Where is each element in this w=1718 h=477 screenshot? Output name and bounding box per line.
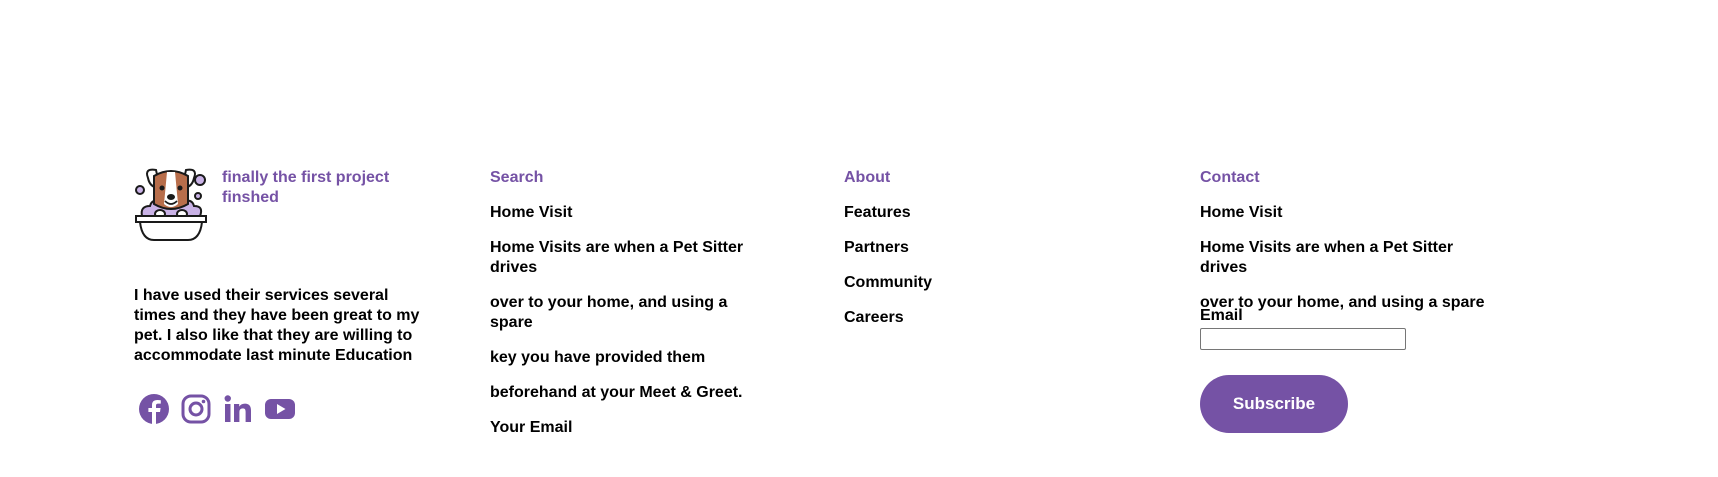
testimonial-text: I have used their services several times… (134, 287, 420, 364)
list-item[interactable]: over to your home, and using a spare (490, 293, 770, 333)
email-field[interactable] (1200, 328, 1406, 350)
search-link[interactable]: Home Visits are when a Pet Sitter drives (490, 239, 743, 276)
social-links (134, 393, 424, 425)
about-links: Features Partners Community Careers (844, 203, 1104, 328)
list-item[interactable]: over to your home, and using a spare (1200, 293, 1500, 313)
instagram-icon[interactable] (180, 393, 212, 425)
search-links: Home Visit Home Visits are when a Pet Si… (490, 203, 770, 438)
list-item[interactable]: Partners (844, 238, 1104, 258)
list-item[interactable]: beforehand at your Meet & Greet. (490, 383, 770, 403)
search-heading: Search (490, 169, 544, 186)
search-link[interactable]: beforehand at your Meet & Greet. (490, 384, 743, 401)
list-item[interactable]: Careers (844, 308, 1104, 328)
list-item[interactable]: Your Email (490, 418, 770, 438)
brand-column: finally the first project finshed I have… (134, 166, 424, 425)
dog-in-bathtub-icon (134, 166, 208, 244)
facebook-icon[interactable] (138, 393, 170, 425)
subscribe-form: Email Subscribe (1200, 306, 1500, 433)
list-item[interactable]: key you have provided them (490, 348, 770, 368)
subscribe-button[interactable]: Subscribe (1200, 375, 1348, 433)
youtube-icon[interactable] (264, 393, 296, 425)
list-item[interactable]: Home Visits are when a Pet Sitter drives (1200, 238, 1500, 278)
list-item[interactable]: Home Visit (490, 203, 770, 223)
contact-link[interactable]: Home Visit (1200, 204, 1282, 221)
contact-column: Contact Home Visit Home Visits are when … (1200, 166, 1500, 433)
linkedin-icon[interactable] (222, 393, 254, 425)
brand-title: finally the first project finshed (222, 169, 390, 206)
list-item[interactable]: Home Visit (1200, 203, 1500, 223)
community-link[interactable]: Community (844, 274, 932, 291)
contact-link[interactable]: Home Visits are when a Pet Sitter drives (1200, 239, 1453, 276)
list-item[interactable]: Features (844, 203, 1104, 223)
about-heading: About (844, 169, 891, 186)
contact-links: Home Visit Home Visits are when a Pet Si… (1200, 203, 1500, 313)
partners-link[interactable]: Partners (844, 239, 909, 256)
search-link[interactable]: Your Email (490, 419, 572, 436)
site-footer: finally the first project finshed I have… (0, 0, 1718, 477)
search-link[interactable]: key you have provided them (490, 349, 705, 366)
search-link[interactable]: Home Visit (490, 204, 572, 221)
search-link[interactable]: over to your home, and using a spare (490, 294, 727, 331)
brand[interactable]: finally the first project finshed (134, 166, 424, 244)
about-column: About Features Partners Community Career… (844, 166, 1104, 343)
careers-link[interactable]: Careers (844, 309, 904, 326)
list-item[interactable]: Home Visits are when a Pet Sitter drives (490, 238, 770, 278)
contact-heading: Contact (1200, 169, 1260, 186)
search-column: Search Home Visit Home Visits are when a… (490, 166, 770, 453)
features-link[interactable]: Features (844, 204, 911, 221)
list-item[interactable]: Community (844, 273, 1104, 293)
